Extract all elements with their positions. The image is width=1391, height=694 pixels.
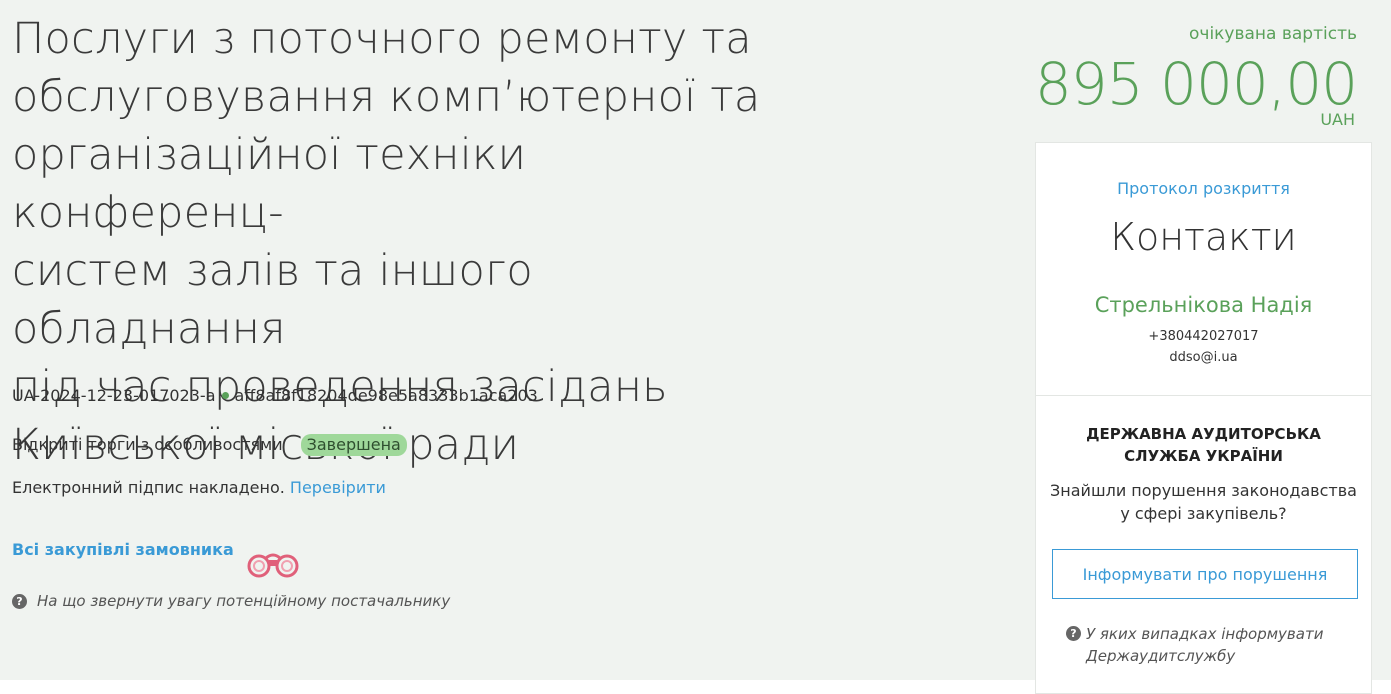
all-purchases-link[interactable]: Всі закупівлі замовника: [12, 540, 234, 559]
price-amount: 895 000,00: [1034, 50, 1358, 118]
status-badge: Завершена: [300, 434, 407, 456]
tender-title-line: організаційної техніки конференц-: [12, 130, 527, 238]
tender-main: Послуги з поточного ремонту та обслугову…: [12, 10, 792, 610]
contact-email: ddso@i.ua: [1169, 350, 1238, 365]
status-dot-icon: [221, 392, 229, 399]
contact-name: Стрельнікова Надія: [1094, 293, 1313, 317]
supplier-hint-text: На що звернути увагу потенційному постач…: [37, 592, 451, 610]
tender-hash: aff8af8f18204de98e5a8333b1aca203: [234, 386, 538, 405]
procedure-type: Відкриті торги з особливостями: [12, 435, 283, 454]
price-currency: UAH: [1320, 110, 1355, 129]
audit-service-title: ДЕРЖАВНА АУДИТОРСЬКА СЛУЖБА УКРАЇНИ: [1086, 425, 1321, 465]
question-circle-icon: ?: [12, 594, 27, 609]
tender-title-line: обслуговування комп’ютерної та: [12, 72, 761, 122]
report-cases-hint[interactable]: ? У яких випадках інформувати Держаудитс…: [1066, 623, 1346, 667]
tender-title-line: систем залів та іншого обладнання: [12, 246, 533, 354]
signature-row: Електронний підпис накладено. Перевірити: [12, 478, 386, 497]
tender-title-line: Послуги з поточного ремонту та: [12, 14, 752, 64]
tender-identifiers: UA-2024-12-23-017023-a aff8af8f18204de98e…: [12, 386, 538, 405]
signature-text: Електронний підпис накладено.: [12, 478, 285, 497]
procedure-row: Відкриті торги з особливостями Завершена: [12, 434, 407, 456]
protocol-link[interactable]: Протокол розкриття: [1036, 179, 1371, 198]
report-violation-button[interactable]: Інформувати про порушення: [1052, 549, 1358, 599]
contacts-card: Протокол розкриття Контакти Стрельнікова…: [1035, 142, 1372, 694]
verify-signature-link[interactable]: Перевірити: [290, 478, 386, 497]
report-cases-hint-text: У яких випадках інформувати Держаудитслу…: [1086, 625, 1324, 665]
binoculars-icon[interactable]: [246, 548, 300, 580]
contact-phone: +380442027017: [1148, 329, 1259, 344]
audit-question: Знайшли порушення законодавства у сфері …: [1050, 481, 1357, 523]
contacts-title: Контакти: [1110, 215, 1297, 259]
supplier-hint[interactable]: ? На що звернути увагу потенційному поста…: [12, 592, 450, 610]
question-circle-icon: ?: [1066, 626, 1081, 641]
price-label: очікувана вартість: [1189, 24, 1357, 44]
tender-id: UA-2024-12-23-017023-a: [12, 386, 216, 405]
card-divider: [1036, 395, 1371, 396]
